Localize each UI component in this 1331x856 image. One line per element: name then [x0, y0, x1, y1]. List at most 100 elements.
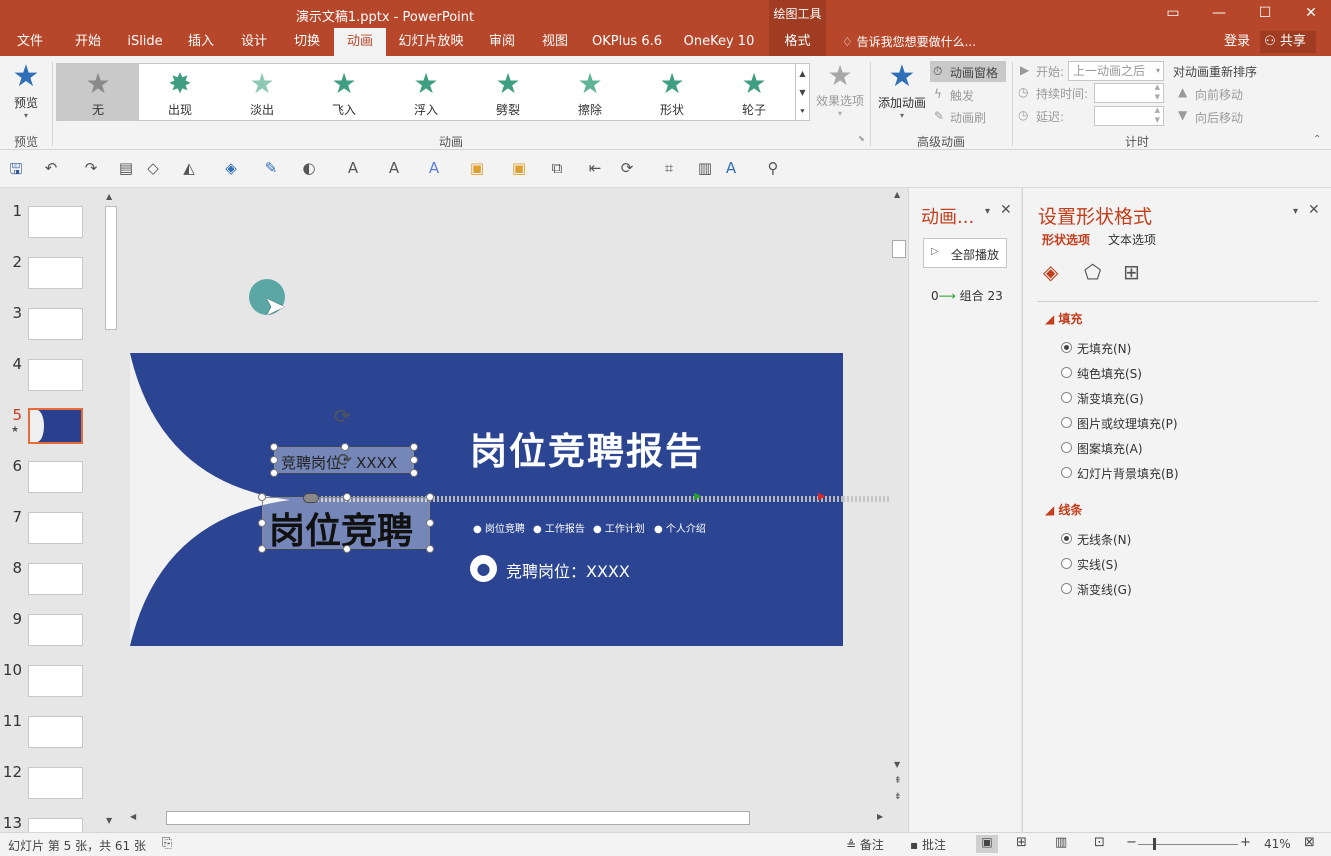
tab-slideshow[interactable]: 幻灯片放映	[396, 28, 466, 56]
scroll-down-icon[interactable]: ▼	[894, 760, 900, 769]
zoom-in-icon[interactable]: +	[1240, 835, 1251, 850]
shapes-icon[interactable]: ◇	[142, 159, 164, 177]
notes-button[interactable]: ≜ 备注	[846, 836, 884, 853]
scroll-right-icon[interactable]: ▶	[877, 812, 883, 821]
tab-view[interactable]: 视图	[534, 28, 576, 56]
outline-color-icon[interactable]: ✎	[260, 159, 282, 177]
move-later-button[interactable]: ▼ 向后移动	[1178, 108, 1258, 128]
resize-handle[interactable]	[270, 469, 278, 477]
rotate-handle-icon[interactable]: ⟳	[337, 450, 352, 471]
fill-line-icon[interactable]: ◈	[1043, 260, 1058, 284]
undo-icon[interactable]: ↶	[40, 159, 62, 177]
slide-thumb-1[interactable]	[28, 206, 83, 238]
tab-transitions[interactable]: 切换	[286, 28, 328, 56]
slide-thumb-10[interactable]	[28, 665, 83, 697]
canvas-vertical-scrollbar[interactable]: ▲ ▼ ⇞ ⇟	[891, 188, 907, 832]
gallery-up-icon[interactable]: ▲	[795, 64, 809, 83]
slide-thumb-5[interactable]	[28, 408, 83, 444]
radio-gradient-line[interactable]	[1061, 583, 1072, 594]
scroll-thumb[interactable]	[105, 206, 117, 330]
previous-slide-icon[interactable]: ⇞	[894, 776, 902, 786]
resize-handle[interactable]	[426, 519, 434, 527]
gallery-down-icon[interactable]: ▼	[795, 83, 809, 102]
thumbnail-scrollbar[interactable]: ▲ ▼	[104, 192, 118, 828]
anim-none[interactable]: ★ 无	[57, 64, 139, 121]
radio-no-fill[interactable]	[1061, 342, 1072, 353]
tab-islide[interactable]: iSlide	[124, 28, 166, 56]
anim-appear[interactable]: ✸ 出现	[139, 64, 221, 121]
delay-spinner[interactable]: ▲ ▼	[1094, 106, 1164, 126]
add-animation-button[interactable]: ★ 添加动画 ▾	[874, 60, 930, 121]
move-earlier-button[interactable]: ▲ 向前移动	[1178, 85, 1258, 105]
resize-handle[interactable]	[410, 456, 418, 464]
slide-layout-icon[interactable]: ▥	[694, 159, 716, 177]
tab-text-options[interactable]: 文本选项	[1108, 231, 1156, 248]
slide-thumb-11[interactable]	[28, 716, 83, 748]
resize-handle[interactable]	[258, 519, 266, 527]
tab-onekey[interactable]: OneKey 10	[680, 28, 758, 56]
tab-file[interactable]: 文件	[10, 28, 50, 56]
resize-handle[interactable]	[410, 469, 418, 477]
resize-handle[interactable]	[410, 443, 418, 451]
dialog-launcher-icon[interactable]: ⬊	[858, 134, 865, 143]
spell-check-icon[interactable]: ⎘	[162, 836, 172, 851]
slideshow-view-icon[interactable]: ⊡	[1094, 835, 1105, 850]
tab-shape-options[interactable]: 形状选项	[1042, 231, 1090, 248]
resize-handle[interactable]	[341, 443, 349, 451]
eraser-icon[interactable]: ◐	[298, 159, 320, 177]
zoom-level[interactable]: 41%	[1264, 837, 1291, 851]
tab-review[interactable]: 审阅	[480, 28, 524, 56]
scroll-up-icon[interactable]: ▲	[894, 190, 900, 199]
anim-split[interactable]: ★ 劈裂	[467, 64, 549, 121]
canvas-horizontal-scrollbar[interactable]: ◀ ▶	[124, 810, 892, 826]
fill-color-icon[interactable]: ◈	[220, 159, 242, 177]
textbox-icon[interactable]: ▤	[115, 159, 137, 177]
slide-thumb-7[interactable]	[28, 512, 83, 544]
play-all-button[interactable]: ▷ 全部播放	[923, 238, 1007, 268]
rotate-handle-icon[interactable]: ⟳	[334, 404, 351, 428]
radio-pattern-fill[interactable]	[1061, 442, 1072, 453]
duration-spinner[interactable]: ▲ ▼	[1094, 83, 1164, 103]
redo-icon[interactable]: ↷	[80, 159, 102, 177]
tell-me-box[interactable]: ♢ 告诉我您想要做什么...	[842, 28, 976, 56]
comments-button[interactable]: ▪ 批注	[910, 836, 946, 853]
collapse-ribbon-icon[interactable]: ⌃	[1313, 134, 1321, 145]
radio-gradient-fill[interactable]	[1061, 392, 1072, 403]
anim-float-in[interactable]: ★ 浮入	[385, 64, 467, 121]
tab-home[interactable]: 开始	[66, 28, 110, 56]
selection-pane-icon[interactable]: ⧉	[546, 159, 568, 177]
anim-wheel[interactable]: ★ 轮子	[713, 64, 795, 121]
effects-pentagon-icon[interactable]: ⬠	[1084, 260, 1101, 284]
ribbon-options-icon[interactable]: ▭	[1150, 0, 1196, 28]
scroll-left-icon[interactable]: ◀	[130, 812, 136, 821]
tab-format[interactable]: 格式	[769, 28, 826, 56]
resize-handle[interactable]	[270, 456, 278, 464]
resize-handle[interactable]	[343, 545, 351, 553]
slide-thumb-8[interactable]	[28, 563, 83, 595]
slide-thumb-9[interactable]	[28, 614, 83, 646]
pane-menu-icon[interactable]: ▾	[985, 206, 990, 217]
save-icon[interactable]: 🖫	[5, 159, 27, 184]
anim-wipe[interactable]: ★ 擦除	[549, 64, 631, 121]
arrange-icon[interactable]: ▣	[466, 159, 488, 177]
share-button[interactable]: ⚇ 共享	[1260, 31, 1316, 53]
anim-shape[interactable]: ★ 形状	[631, 64, 713, 121]
anim-fade[interactable]: ★ 淡出	[221, 64, 303, 121]
radio-picture-fill[interactable]	[1061, 417, 1072, 428]
resize-handle[interactable]	[426, 493, 434, 501]
animation-pane-button[interactable]: ⏱ 动画窗格	[930, 61, 1006, 82]
minimize-icon[interactable]: —	[1196, 0, 1242, 28]
maximize-icon[interactable]: ☐	[1242, 0, 1288, 28]
crop-icon[interactable]: ⌗	[658, 159, 680, 177]
animation-list-item[interactable]: 0⟶ 组合 23	[931, 287, 1003, 304]
customize-qat-icon[interactable]: ⚲	[762, 159, 784, 177]
tab-okplus[interactable]: OKPlus 6.6	[588, 28, 666, 56]
close-icon[interactable]: ✕	[1308, 202, 1320, 218]
radio-background-fill[interactable]	[1061, 467, 1072, 478]
tab-design[interactable]: 设计	[233, 28, 275, 56]
line-section-header[interactable]: ◢ 线条	[1045, 501, 1082, 518]
slide-5[interactable]: 岗位竞聘报告 ● 岗位竞聘 ● 工作报告 ● 工作计划 ● 个人介绍 ● 竞聘岗…	[130, 353, 843, 646]
close-icon[interactable]: ✕	[1288, 0, 1331, 28]
resize-handle[interactable]	[343, 493, 351, 501]
slide-thumb-12[interactable]	[28, 767, 83, 799]
